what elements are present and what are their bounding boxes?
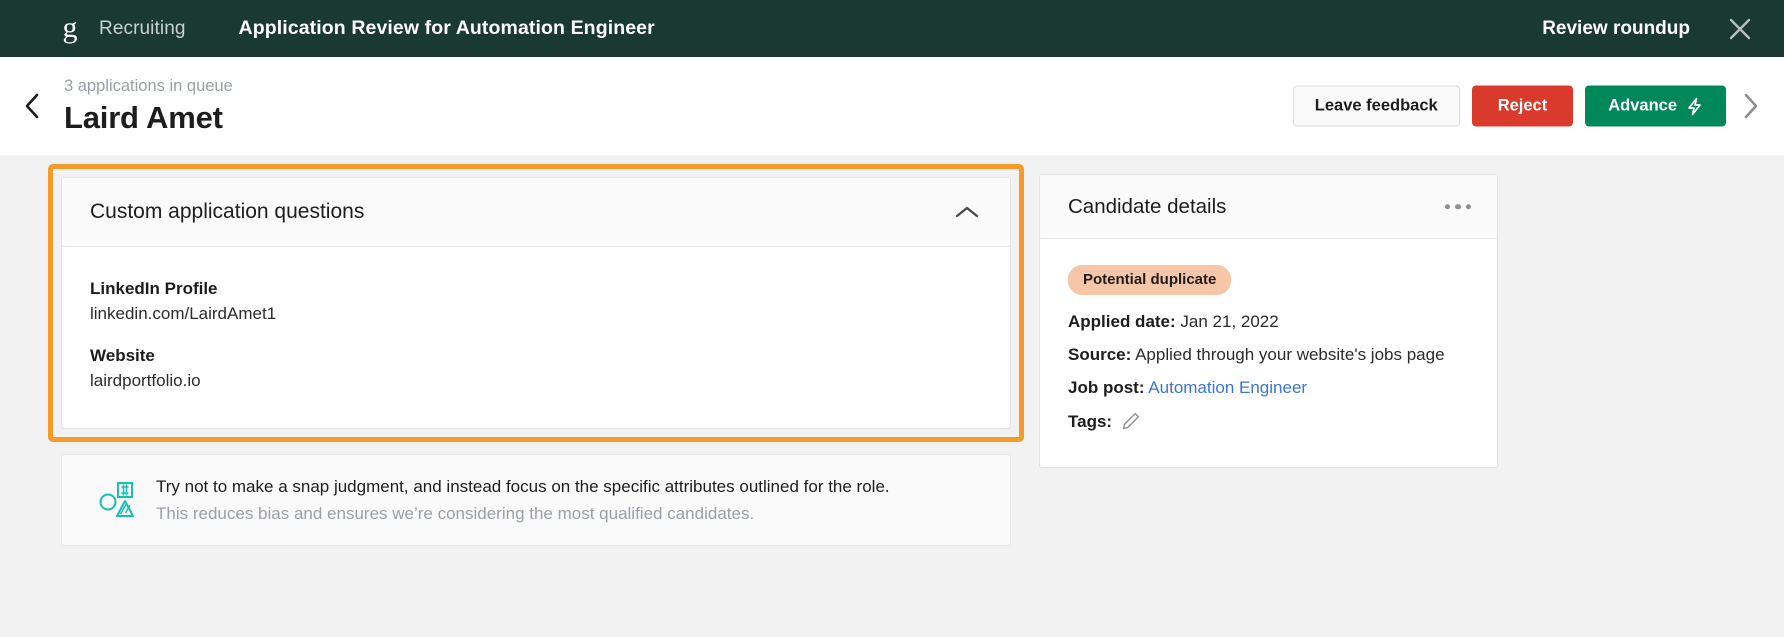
chevron-right-icon[interactable] [1726, 57, 1774, 155]
detail-value: Jan 21, 2022 [1180, 312, 1279, 331]
advance-button-label: Advance [1608, 96, 1677, 115]
detail-row-source: Source: Applied through your website's j… [1068, 345, 1469, 365]
question-field: Website lairdportfolio.io [90, 346, 982, 391]
pencil-icon[interactable] [1121, 411, 1141, 431]
bias-tip-banner: Try not to make a snap judgment, and ins… [61, 454, 1011, 546]
candidate-header-text: 3 applications in queue Laird Amet [64, 77, 233, 136]
top-bar: g Recruiting Application Review for Auto… [0, 0, 1784, 57]
queue-count-label: 3 applications in queue [64, 76, 233, 95]
question-label: LinkedIn Profile [90, 279, 218, 298]
detail-label: Applied date: [1068, 312, 1176, 331]
lightning-bolt-icon [1686, 96, 1703, 116]
kebab-dot [1465, 203, 1471, 210]
top-bar-right-group: Review roundup [1542, 0, 1784, 57]
kebab-dot [1455, 203, 1461, 210]
custom-application-questions-card: Custom application questions LinkedIn Pr… [61, 177, 1011, 429]
chevron-up-icon[interactable] [952, 197, 982, 227]
detail-row-job-post: Job post: Automation Engineer [1068, 378, 1469, 398]
bias-tip-secondary: This reduces bias and ensures we’re cons… [156, 503, 755, 523]
close-icon[interactable] [1712, 0, 1768, 57]
detail-label: Tags: [1068, 412, 1113, 431]
advance-button[interactable]: Advance [1585, 85, 1726, 127]
page-title: Laird Amet [64, 99, 223, 135]
candidate-details-header: Candidate details [1040, 175, 1497, 239]
candidate-details-body: Potential duplicate Applied date: Jan 21… [1040, 239, 1497, 432]
top-bar-title: Application Review for Automation Engine… [238, 17, 655, 39]
detail-label: Source: [1068, 345, 1132, 364]
detail-label: Job post: [1068, 378, 1145, 397]
questions-card-header[interactable]: Custom application questions [62, 178, 1010, 247]
chevron-left-icon[interactable] [8, 57, 56, 155]
more-options-icon[interactable] [1444, 203, 1471, 210]
bias-tip-text: Try not to make a snap judgment, and ins… [156, 477, 890, 524]
question-value: linkedin.com/LairdAmet1 [90, 304, 277, 323]
questions-card-body: LinkedIn Profile linkedin.com/LairdAmet1… [62, 247, 1010, 391]
bias-tip-primary: Try not to make a snap judgment, and ins… [156, 476, 890, 496]
reject-button[interactable]: Reject [1471, 85, 1574, 127]
review-roundup-button[interactable]: Review roundup [1542, 18, 1690, 40]
kebab-dot [1444, 203, 1450, 210]
product-brand-label: Recruiting [99, 17, 186, 39]
shapes-icon [86, 479, 150, 521]
questions-card-title: Custom application questions [90, 200, 365, 223]
header-action-buttons: Leave feedback Reject Advance [1292, 85, 1726, 127]
detail-row-applied-date: Applied date: Jan 21, 2022 [1068, 312, 1469, 332]
question-value: lairdportfolio.io [90, 371, 201, 390]
leave-feedback-button[interactable]: Leave feedback [1292, 85, 1460, 127]
detail-row-tags: Tags: [1068, 411, 1469, 432]
greenhouse-logo-glyph: g [62, 10, 78, 44]
candidate-details-title: Candidate details [1068, 194, 1227, 218]
status-badge: Potential duplicate [1068, 265, 1232, 295]
greenhouse-logo-icon[interactable]: g [57, 10, 83, 44]
question-label: Website [90, 346, 155, 365]
application-review-screen: g Recruiting Application Review for Auto… [0, 0, 1784, 637]
main-content: Custom application questions LinkedIn Pr… [0, 155, 1784, 637]
detail-value: Applied through your website's jobs page [1135, 345, 1445, 364]
candidate-header: 3 applications in queue Laird Amet Leave… [0, 57, 1784, 155]
question-field: LinkedIn Profile linkedin.com/LairdAmet1 [90, 279, 982, 324]
candidate-details-card: Candidate details Potential duplicate Ap… [1039, 174, 1498, 468]
job-post-link[interactable]: Automation Engineer [1148, 378, 1307, 397]
